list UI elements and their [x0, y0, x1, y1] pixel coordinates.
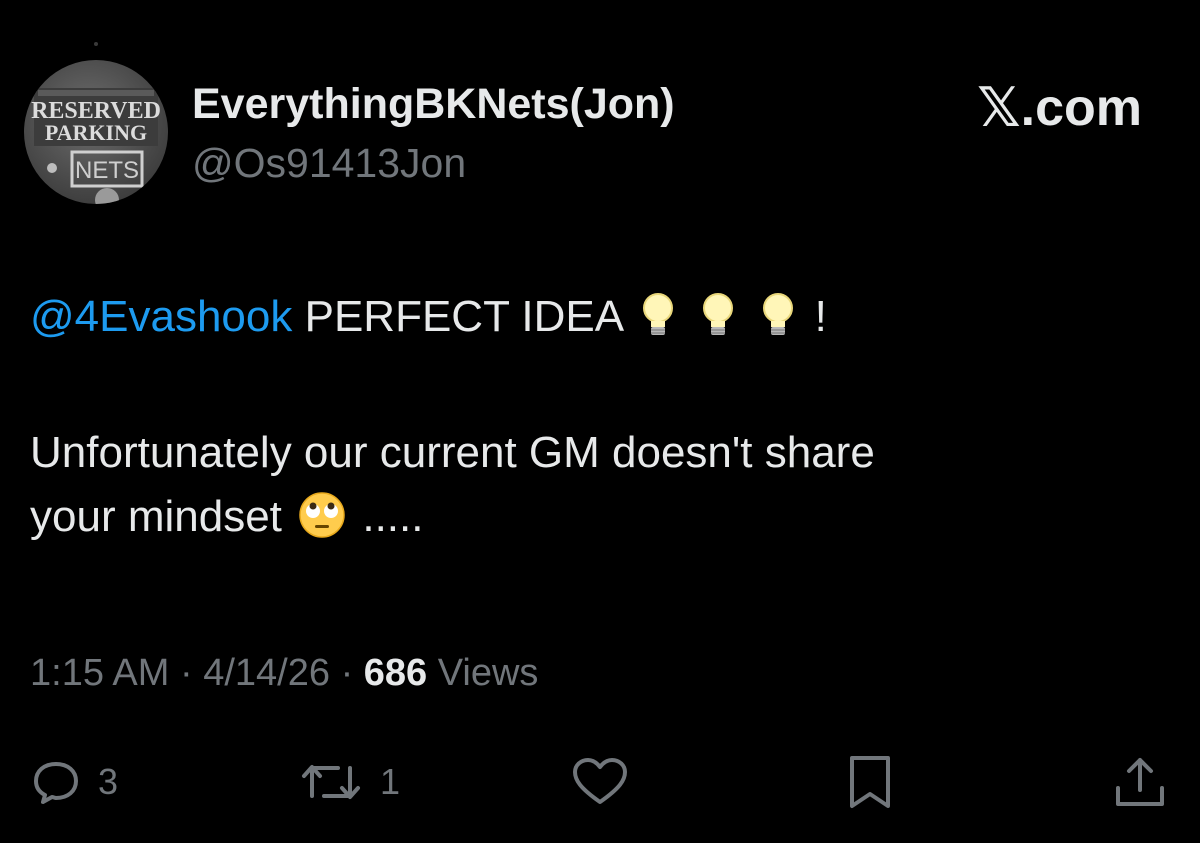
tweet-actions-bar: 3 1 [30, 752, 1170, 812]
light-bulb-emoji [638, 291, 678, 357]
light-bulb-emoji [758, 291, 798, 357]
author-display-name[interactable]: EverythingBKNets(Jon) [192, 80, 675, 129]
tweet-line-3-end: ..... [362, 492, 424, 541]
tweet-line-1-end: ! [814, 292, 827, 341]
tweet-line-3-text: your mindset [30, 492, 282, 541]
share-button[interactable] [1112, 752, 1168, 812]
meta-separator: · [179, 652, 193, 694]
avatar-text-parking: PARKING [45, 120, 147, 145]
tweet-date[interactable]: 4/14/26 [203, 652, 330, 694]
share-icon [1116, 758, 1164, 806]
x-logo-icon: 𝕏 [977, 76, 1021, 139]
bookmark-button[interactable] [844, 752, 896, 812]
decorative-dot [94, 42, 98, 46]
tweet-line-1: @4Evashook PERFECT IDEA ! [30, 285, 1150, 357]
site-watermark: 𝕏 .com [977, 76, 1142, 139]
meta-separator: · [340, 652, 354, 694]
tweet-metadata: 1:15 AM · 4/14/26 · 686 Views [30, 652, 538, 695]
bookmark-icon [850, 756, 890, 808]
repost-count: 1 [380, 761, 401, 802]
reply-count: 3 [98, 761, 119, 802]
reply-icon [34, 762, 78, 804]
tweet-line-1-text: PERFECT IDEA [304, 292, 622, 341]
avatar[interactable]: RESERVED PARKING NETS [24, 60, 168, 204]
author-handle[interactable]: @Os91413Jon [192, 140, 466, 187]
avatar-text-nets: NETS [75, 157, 139, 184]
tweet-line-2: Unfortunately our current GM doesn't sha… [30, 428, 875, 477]
views-label: Views [437, 652, 539, 694]
site-watermark-label: .com [1020, 78, 1142, 137]
reply-button[interactable]: 3 [30, 752, 118, 812]
repost-icon [302, 765, 360, 799]
tweet-time[interactable]: 1:15 AM [30, 652, 169, 694]
like-icon [573, 758, 627, 804]
mention-link[interactable]: @4Evashook [30, 292, 292, 341]
views-count: 686 [363, 652, 428, 694]
repost-button[interactable]: 1 [298, 752, 400, 812]
face-with-rolling-eyes-emoji [298, 491, 346, 557]
tweet-text: @4Evashook PERFECT IDEA ! Unfortunately … [30, 285, 1150, 557]
like-button[interactable] [570, 752, 630, 812]
avatar-image: RESERVED PARKING NETS [31, 88, 161, 204]
light-bulb-emoji [698, 291, 738, 357]
tweet-line-3: your mindset ..... [30, 485, 1150, 557]
